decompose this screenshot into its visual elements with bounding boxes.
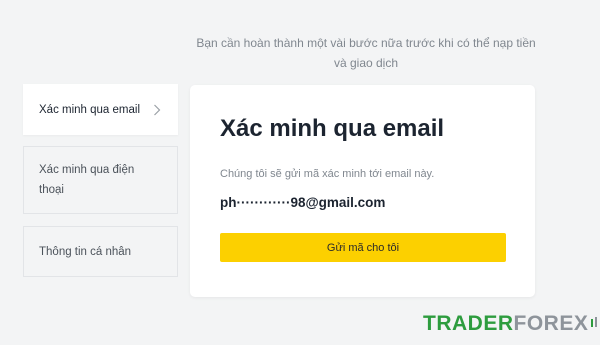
sidebar-item-label: Xác minh qua email (39, 103, 140, 116)
sidebar-item-phone-verification[interactable]: Xác minh qua điện thoại (23, 146, 178, 214)
chart-candles-icon (590, 312, 600, 336)
sidebar-item-label: Thông tin cá nhân (39, 245, 132, 258)
watermark-text-trader: TRADER (423, 312, 514, 335)
verification-steps-note: Bạn cần hoàn thành một vài bước nữa trướ… (196, 36, 536, 70)
card-title: Xác minh qua email (220, 115, 445, 142)
watermark-text-forex: FOREX (513, 312, 589, 335)
masked-email: ph············98@gmail.com (220, 195, 386, 210)
send-code-button[interactable]: Gửi mã cho tôi (220, 233, 506, 262)
traderforex-watermark: TRADER FOREX (423, 312, 600, 336)
card-description: Chúng tôi sẽ gửi mã xác minh tới email n… (220, 168, 435, 180)
sidebar-item-label: Xác minh qua điện thoại (39, 164, 135, 196)
email-verification-card: Xác minh qua email Chúng tôi sẽ gửi mã x… (190, 85, 535, 297)
sidebar-item-personal-info[interactable]: Thông tin cá nhân (23, 226, 178, 277)
sidebar-item-email-verification[interactable]: Xác minh qua email (23, 84, 178, 135)
chevron-right-icon (151, 104, 163, 116)
